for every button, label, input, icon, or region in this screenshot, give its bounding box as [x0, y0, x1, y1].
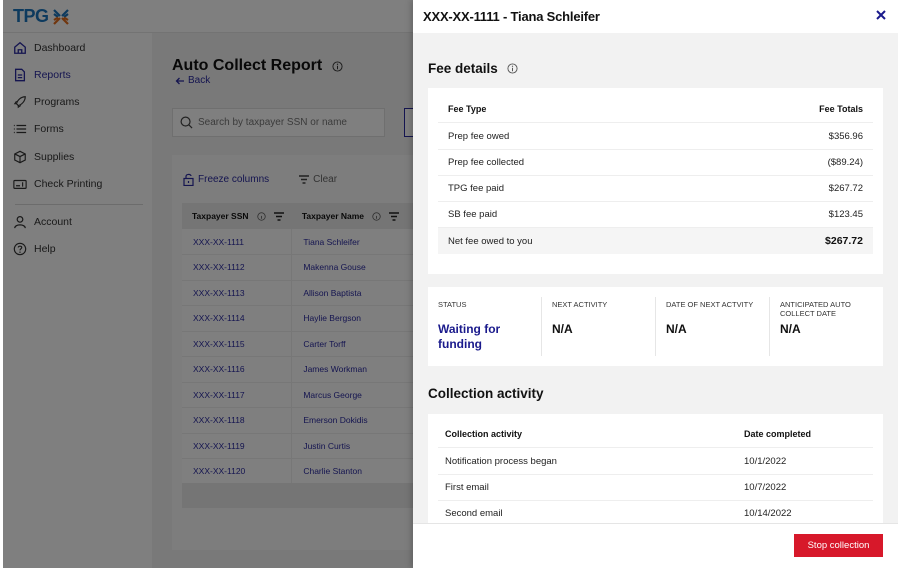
status-summary-card: STATUS Waiting for funding NEXT ACTIVITY… [428, 287, 883, 366]
fee-value: $123.45 [828, 209, 863, 220]
activity-name: First email [445, 482, 489, 493]
collection-activity-heading: Collection activity [428, 386, 544, 401]
drawer-header: XXX-XX-1111 - Tiana Schleifer [413, 0, 898, 33]
fee-row: Prep fee owed $356.96 [438, 124, 873, 150]
next-activity-value: N/A [552, 322, 573, 336]
collection-activity-title: Collection activity [428, 386, 544, 401]
activity-row: Notification process began 10/1/2022 [438, 449, 873, 475]
drawer-footer: Stop collection [413, 523, 898, 568]
fee-details-card: Fee Type Fee Totals Prep fee owed $356.9… [428, 88, 883, 274]
fee-details-heading: Fee details [428, 61, 518, 76]
fee-type-header: Fee Type [448, 104, 487, 114]
next-activity-field: NEXT ACTIVITY N/A [541, 297, 655, 356]
next-activity-date-field: DATE OF NEXT ACTVITY N/A [655, 297, 769, 356]
app-window: TPG Dashboard Reports Programs Forms Sup… [3, 0, 898, 568]
fee-value: $356.96 [828, 131, 863, 142]
fee-value: ($89.24) [827, 157, 863, 168]
next-activity-date-value: N/A [666, 322, 687, 336]
fee-total-label: Net fee owed to you [448, 235, 533, 247]
close-icon[interactable] [874, 8, 888, 22]
activity-name: Notification process began [445, 456, 557, 467]
activity-name: Second email [445, 508, 503, 519]
anticipated-date-value: N/A [780, 322, 801, 336]
status-field: STATUS Waiting for funding [428, 287, 541, 366]
fee-label: SB fee paid [448, 209, 498, 220]
collection-activity-card: Collection activity Date completed Notif… [428, 414, 883, 524]
activity-date: 10/1/2022 [744, 456, 787, 467]
fee-total-row: Net fee owed to you $267.72 [438, 228, 873, 254]
fee-label: Prep fee collected [448, 157, 525, 168]
fee-label: TPG fee paid [448, 183, 504, 194]
status-label: STATUS [438, 300, 467, 309]
activity-table-header: Collection activity Date completed [438, 421, 873, 448]
fee-table-header: Fee Type Fee Totals [438, 96, 873, 123]
activity-date: 10/7/2022 [744, 482, 787, 493]
fee-totals-header: Fee Totals [819, 104, 863, 114]
taxpayer-detail-drawer: XXX-XX-1111 - Tiana Schleifer Fee detail… [413, 0, 898, 568]
status-value: Waiting for funding [438, 322, 501, 351]
next-activity-label: NEXT ACTIVITY [552, 300, 608, 309]
info-icon[interactable] [507, 63, 518, 74]
date-column-header: Date completed [744, 429, 812, 439]
fee-row: SB fee paid $123.45 [438, 202, 873, 228]
anticipated-date-field: ANTICIPATED AUTO COLLECT DATE N/A [769, 297, 883, 356]
fee-value: $267.72 [828, 183, 863, 194]
activity-date: 10/14/2022 [744, 508, 792, 519]
drawer-title: XXX-XX-1111 - Tiana Schleifer [423, 9, 600, 24]
fee-row: Prep fee collected ($89.24) [438, 150, 873, 176]
activity-row: Second email 10/14/2022 [438, 501, 873, 524]
activity-column-header: Collection activity [445, 429, 523, 439]
fee-details-title: Fee details [428, 61, 498, 76]
stop-collection-button[interactable]: Stop collection [794, 534, 883, 557]
fee-label: Prep fee owed [448, 131, 510, 142]
fee-total-value: $267.72 [825, 235, 863, 247]
next-activity-date-label: DATE OF NEXT ACTVITY [666, 300, 754, 309]
modal-backdrop[interactable] [3, 0, 413, 568]
fee-row: TPG fee paid $267.72 [438, 176, 873, 202]
anticipated-date-label: ANTICIPATED AUTO COLLECT DATE [780, 300, 851, 318]
activity-row: First email 10/7/2022 [438, 475, 873, 501]
